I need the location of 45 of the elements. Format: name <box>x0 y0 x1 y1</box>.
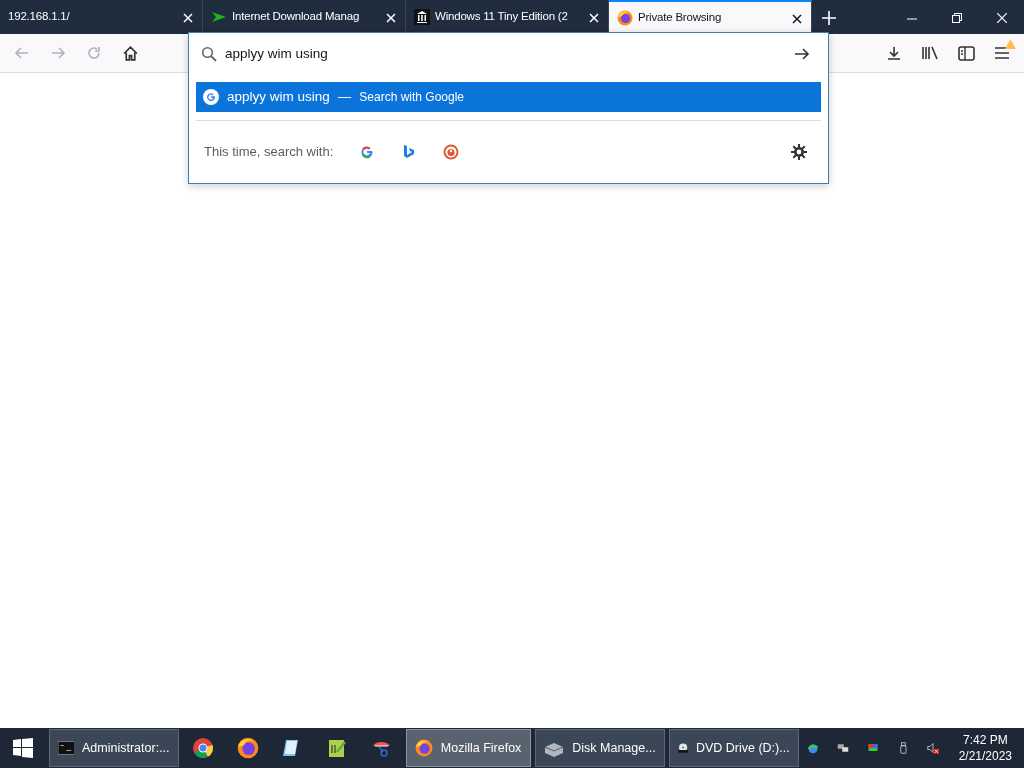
taskbar-window-button[interactable]: Administrator:... <box>48 729 179 767</box>
building-icon <box>414 9 430 25</box>
close-icon <box>588 11 600 24</box>
separator-dash: — <box>337 87 352 106</box>
warning-icon <box>1005 39 1016 49</box>
menu-icon <box>994 46 1010 60</box>
browser-tab[interactable]: Private Browsing <box>609 0 812 34</box>
taskbar-window-button[interactable]: DVD Drive (D:)... <box>668 729 799 767</box>
google-icon <box>203 89 219 105</box>
volume-muted-icon <box>926 740 939 756</box>
close-icon <box>385 11 397 24</box>
search-icon <box>201 46 217 62</box>
bing-icon <box>403 144 416 159</box>
firefox-icon <box>617 10 633 26</box>
download-icon <box>886 45 902 61</box>
clock-time: 7:42 PM <box>962 731 1009 748</box>
taskbar-window-button[interactable]: Mozilla Firefox <box>405 729 532 767</box>
suggestion-row[interactable]: applyy wim using — Search with Google <box>196 82 821 112</box>
chrome-icon <box>192 738 213 758</box>
plus-icon <box>822 10 836 25</box>
close-icon <box>182 11 194 24</box>
terminal-icon <box>57 740 75 756</box>
tab-title: Private Browsing <box>638 10 723 26</box>
clock-date: 2/21/2023 <box>958 748 1013 765</box>
tab-title: 192.168.1.1/ <box>8 9 71 25</box>
home-icon <box>121 44 139 62</box>
close-icon <box>996 12 1007 23</box>
settings-icon <box>790 142 808 161</box>
firefox-icon <box>236 737 259 759</box>
suggestion-text: applyy wim using <box>227 87 330 106</box>
firefox-icon <box>414 739 433 757</box>
close-icon <box>791 12 803 25</box>
library-icon <box>921 45 939 61</box>
reload-icon <box>86 45 102 61</box>
search-with-label: This time, search with: <box>204 142 334 161</box>
restore-icon <box>951 12 962 23</box>
arrow-icon <box>211 9 227 25</box>
google-icon <box>360 144 375 159</box>
sidebar-icon <box>957 45 975 61</box>
windows-icon <box>13 738 34 758</box>
tab-title: Internet Download Manag <box>232 9 361 25</box>
taskbar-window-button[interactable]: Disk Manage... <box>535 729 665 767</box>
notepad-plus-icon <box>326 738 347 758</box>
tab-title: Windows 11 Tiny Edition (2 <box>435 9 569 25</box>
suggestion-action: Search with Google <box>359 89 465 106</box>
